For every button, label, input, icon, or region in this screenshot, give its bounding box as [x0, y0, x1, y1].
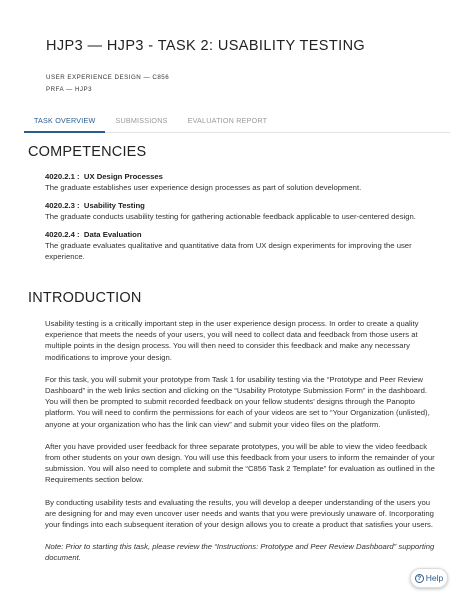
- introduction-heading: INTRODUCTION: [28, 290, 142, 306]
- page-header: HJP3 — HJP3 - TASK 2: USABILITY TESTING …: [0, 0, 474, 96]
- competency-name: Data Evaluation: [83, 230, 142, 240]
- assessment-code: PRFA — HJP3: [46, 86, 93, 93]
- intro-paragraph: After you have provided user feedback fo…: [45, 441, 435, 485]
- question-icon: ?: [414, 573, 424, 583]
- competency-title: 4020.2.3 : Usability Testing: [45, 201, 448, 212]
- help-button[interactable]: ? Help: [410, 568, 448, 588]
- intro-paragraph: Usability testing is a critically import…: [45, 319, 419, 362]
- intro-note: Note: Prior to starting this task, pleas…: [45, 542, 435, 563]
- competency-item: 4020.2.3 : Usability Testing The graduat…: [45, 201, 448, 222]
- competency-description: The graduate evaluates qualitative and q…: [45, 240, 412, 261]
- competency-description: The graduate establishes user experience…: [45, 182, 362, 192]
- tab-evaluation-report[interactable]: EVALUATION REPORT: [178, 115, 278, 133]
- competency-description: The graduate conducts usability testing …: [45, 211, 416, 221]
- page-title: HJP3 — HJP3 - TASK 2: USABILITY TESTING: [46, 38, 366, 54]
- competency-title: 4020.2.4 : Data Evaluation: [45, 230, 448, 241]
- introduction-section: INTRODUCTION Usability testing is a crit…: [28, 290, 448, 564]
- competency-item: 4020.2.1 : UX Design Processes The gradu…: [45, 172, 448, 193]
- tab-task-overview[interactable]: TASK OVERVIEW: [24, 115, 106, 133]
- competency-title: 4020.2.1 : UX Design Processes: [45, 172, 448, 183]
- competency-name: UX Design Processes: [83, 172, 163, 181]
- competency-item: 4020.2.4 : Data Evaluation The graduate …: [45, 230, 448, 262]
- intro-paragraph: By conducting usability tests and evalua…: [45, 497, 434, 530]
- intro-paragraph: For this task, you will submit your prot…: [45, 374, 430, 429]
- competency-name: Usability Testing: [83, 201, 145, 211]
- course-meta: USER EXPERIENCE DESIGN — C856 PRFA — HJP…: [46, 72, 474, 96]
- tab-bar: TASK OVERVIEW SUBMISSIONS EVALUATION REP…: [24, 115, 450, 133]
- competency-code: 4020.2.1 :: [45, 172, 80, 181]
- help-label: Help: [425, 573, 444, 583]
- tab-submissions[interactable]: SUBMISSIONS: [105, 115, 177, 133]
- competency-code: 4020.2.4 :: [45, 230, 80, 240]
- competencies-heading: COMPETENCIES: [28, 144, 147, 160]
- competency-code: 4020.2.3 :: [45, 201, 80, 211]
- competencies-section: COMPETENCIES 4020.2.1 : UX Design Proces…: [28, 144, 448, 262]
- course-name: USER EXPERIENCE DESIGN — C856: [46, 74, 170, 81]
